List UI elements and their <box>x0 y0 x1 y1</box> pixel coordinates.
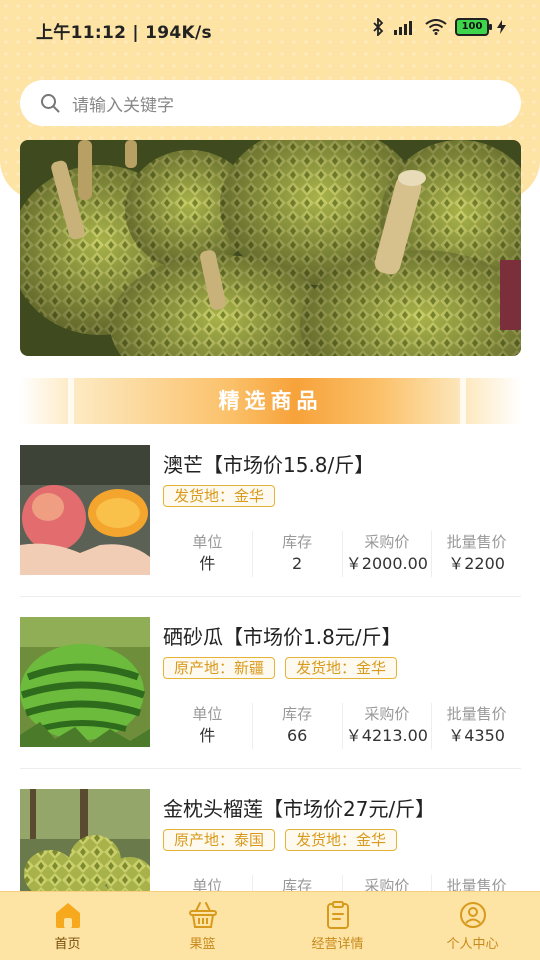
product-name[interactable]: 澳芒【市场价15.8/斤】 <box>163 449 374 478</box>
signal-icon <box>394 21 412 35</box>
stat-unit: 单位件 <box>163 531 253 577</box>
bluetooth-icon <box>373 18 384 36</box>
stat-value: 66 <box>286 726 308 745</box>
stat-label: 库存 <box>282 533 313 551</box>
product-card[interactable]: 澳芒【市场价15.8/斤】 发货地：金华 单位件 库存 2 采购价 ￥2000.00… <box>20 445 521 595</box>
stat-label: 批量售价 <box>446 705 507 723</box>
section-title: 精选商品 <box>218 389 323 413</box>
charging-icon <box>497 20 506 34</box>
product-card[interactable]: 硒砂瓜【市场价1.8元/斤】 原产地：新疆 发货地：金华 单位件 库存 66 采购… <box>20 617 521 767</box>
basket-icon <box>188 901 217 928</box>
stat-stock: 库存 2 <box>253 531 343 577</box>
stat-purchase-price: 采购价 ￥4213.00 <box>343 703 433 749</box>
stat-wholesale-price: 批量售价 ￥2200 <box>432 531 521 577</box>
product-name[interactable]: 硒砂瓜【市场价1.8元/斤】 <box>163 621 402 650</box>
search-input[interactable]: 请输入关键字 <box>72 91 174 116</box>
tab-label: 果篮 <box>189 936 216 952</box>
stat-value: ￥2200 <box>448 554 505 573</box>
stat-value: ￥4213.00 <box>345 726 428 745</box>
status-icons: 100 <box>371 18 506 36</box>
stat-label: 单位 <box>192 705 223 723</box>
divider <box>20 768 521 769</box>
tab-label: 经营详情 <box>311 936 364 952</box>
featured-section-header: 精选商品 <box>20 378 521 424</box>
clipboard-icon <box>326 900 349 929</box>
battery-icon: 100 <box>455 18 492 36</box>
ship-from-tag: 发货地：金华 <box>285 829 398 851</box>
stat-label: 库存 <box>282 705 313 723</box>
watermelon-image[interactable] <box>20 617 150 747</box>
product-tags: 发货地：金华 <box>163 485 276 507</box>
tab-profile[interactable]: 个人中心 <box>405 892 540 960</box>
status-bar: 上午11:12 | 194K/s 100 <box>0 0 540 58</box>
ship-from-tag: 发货地：金华 <box>285 657 398 679</box>
search-icon <box>41 94 60 113</box>
tab-label: 个人中心 <box>446 936 499 952</box>
search-bar[interactable]: 请输入关键字 <box>20 80 521 126</box>
stat-stock: 库存 66 <box>253 703 343 749</box>
tab-home[interactable]: 首页 <box>0 892 135 960</box>
origin-tag: 原产地：泰国 <box>163 829 276 851</box>
ship-from-tag: 发货地：金华 <box>163 485 276 507</box>
stat-value: 件 <box>199 726 216 745</box>
mango-image[interactable] <box>20 445 150 575</box>
stat-label: 采购价 <box>364 533 410 551</box>
stat-purchase-price: 采购价 ￥2000.00 <box>343 531 433 577</box>
product-stats: 单位件 库存 2 采购价 ￥2000.00 批量售价 ￥2200 <box>163 531 521 577</box>
durian-banner-image[interactable] <box>20 140 521 356</box>
stat-value: 2 <box>292 554 303 573</box>
stat-value: 件 <box>199 554 216 573</box>
product-name[interactable]: 金枕头榴莲【市场价27元/斤】 <box>163 793 435 822</box>
product-tags: 原产地：新疆 发货地：金华 <box>163 657 398 679</box>
product-tags: 原产地：泰国 发货地：金华 <box>163 829 398 851</box>
stat-label: 单位 <box>192 533 223 551</box>
origin-tag: 原产地：新疆 <box>163 657 276 679</box>
stat-label: 批量售价 <box>446 533 507 551</box>
stat-value: ￥4350 <box>448 726 505 745</box>
mango-photo <box>20 445 150 575</box>
wifi-icon <box>425 19 447 35</box>
tab-basket[interactable]: 果篮 <box>135 892 270 960</box>
watermelon-photo <box>20 617 150 747</box>
stat-wholesale-price: 批量售价 ￥4350 <box>432 703 521 749</box>
product-stats: 单位件 库存 66 采购价 ￥4213.00 批量售价 ￥4350 <box>163 703 521 749</box>
tab-label: 首页 <box>54 936 81 952</box>
stat-value: ￥2000.00 <box>345 554 428 573</box>
tab-business-details[interactable]: 经营详情 <box>270 892 405 960</box>
home-icon <box>55 902 80 928</box>
status-time: 上午11:12 | 194K/s <box>36 23 212 43</box>
user-icon <box>459 901 486 928</box>
bottom-tab-bar: 首页 果篮 经营详情 个人中心 <box>0 891 540 960</box>
durian-photo <box>20 140 521 356</box>
stat-label: 采购价 <box>364 705 410 723</box>
divider <box>20 596 521 597</box>
stat-unit: 单位件 <box>163 703 253 749</box>
